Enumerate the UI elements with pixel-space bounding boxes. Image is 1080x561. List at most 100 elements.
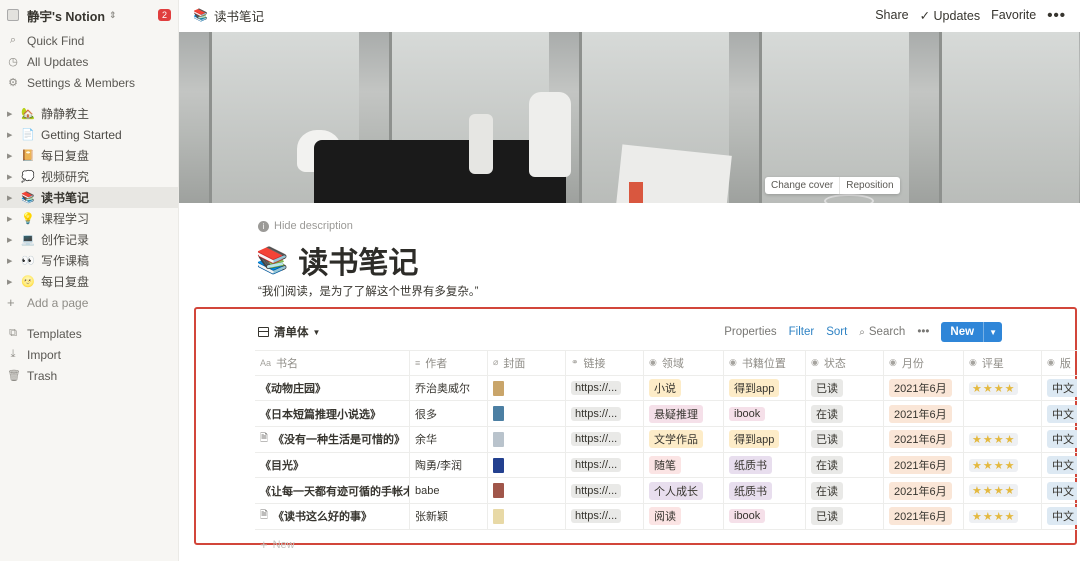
new-row-button[interactable]: + New (260, 537, 295, 552)
column-header[interactable]: ◉ 状态 (806, 351, 884, 375)
version-cell[interactable]: 中文 (1042, 504, 1077, 529)
domain-cell[interactable]: 随笔 (644, 452, 724, 478)
version-cell[interactable]: 中文 (1042, 401, 1077, 426)
cover-cell[interactable] (488, 504, 566, 529)
location-cell[interactable]: 得到app (724, 375, 806, 401)
title-cell[interactable]: 🗎 《没有一种生活是可惜的》 (255, 427, 410, 452)
add-page-button[interactable]: + Add a page (0, 292, 178, 313)
rating-cell[interactable] (964, 401, 1042, 427)
status-cell[interactable]: 已读 (806, 504, 884, 529)
month-cell[interactable]: 2021年6月 (884, 504, 964, 529)
toggle-arrow-icon[interactable]: ▶ (7, 152, 16, 160)
link-cell[interactable]: https://... (566, 427, 644, 452)
version-cell[interactable]: 中文 (1042, 427, 1077, 452)
rating-cell[interactable]: ★★★★ (964, 375, 1042, 401)
column-header[interactable]: Aa 书名 (255, 351, 410, 375)
sort-button[interactable]: Sort (826, 326, 847, 338)
author-cell[interactable]: babe (410, 478, 488, 504)
link-url[interactable]: https://... (571, 458, 622, 473)
toggle-arrow-icon[interactable]: ▶ (7, 278, 16, 286)
quick-find[interactable]: ⌕ Quick Find (0, 30, 178, 51)
column-header[interactable]: ≡ 作者 (410, 351, 488, 375)
workspace-switcher[interactable]: 静宇's Notion ⇕ 2 (0, 0, 178, 30)
status-cell[interactable]: 在读 (806, 478, 884, 504)
domain-cell[interactable]: 阅读 (644, 504, 724, 529)
author-cell[interactable]: 很多 (410, 401, 488, 427)
page-title[interactable]: 📚 读书笔记 (256, 238, 418, 282)
sidebar-page-item[interactable]: ▶ 👀 写作课稿 (0, 250, 178, 271)
sidebar-page-item[interactable]: ▶ 📚 读书笔记 (0, 187, 178, 208)
sidebar-page-item[interactable]: ▶ 💻 创作记录 (0, 229, 178, 250)
link-cell[interactable]: https://... (566, 478, 644, 504)
author-cell[interactable]: 乔治奥威尔 (410, 375, 488, 401)
change-cover-button[interactable]: Change cover (765, 177, 839, 194)
version-cell[interactable]: 中文 (1042, 453, 1077, 478)
breadcrumb[interactable]: 读书笔记 (214, 6, 264, 25)
new-button[interactable]: New ▼ (941, 322, 1002, 342)
sidebar-page-item[interactable]: ▶ 💡 课程学习 (0, 208, 178, 229)
link-cell[interactable]: https://... (566, 375, 644, 401)
status-cell[interactable]: 已读 (806, 427, 884, 452)
toggle-arrow-icon[interactable]: ▶ (7, 110, 16, 118)
link-cell[interactable]: https://... (566, 401, 644, 427)
link-url[interactable]: https://... (571, 381, 622, 396)
link-url[interactable]: https://... (571, 432, 622, 447)
hide-description-button[interactable]: i Hide description (258, 220, 353, 232)
location-cell[interactable]: ibook (724, 401, 806, 427)
location-cell[interactable]: 得到app (724, 427, 806, 452)
month-cell[interactable]: 2021年6月 (884, 452, 964, 478)
month-cell[interactable]: 2021年6月 (884, 427, 964, 452)
location-cell[interactable]: 纸质书 (724, 478, 806, 504)
view-switcher[interactable]: 清单体 ▼ (258, 324, 320, 340)
table-row[interactable]: 《日本短篇推理小说选》 很多 https://... 悬疑推理 ibook 在读 2021年… (255, 401, 1077, 428)
title-cell[interactable]: 🗎 《读书这么好的事》 (255, 504, 410, 529)
toggle-arrow-icon[interactable]: ▶ (7, 236, 16, 244)
settings-members[interactable]: ⚙ Settings & Members (0, 72, 178, 93)
filter-button[interactable]: Filter (789, 326, 815, 338)
cover-cell[interactable] (488, 427, 566, 452)
sidebar-page-item[interactable]: ▶ 📄 Getting Started (0, 124, 178, 145)
table-row[interactable]: 《让每一天都有迹可循的手帐术》 babe https://... 个人成长 纸质书 在读 2… (255, 478, 1077, 505)
link-cell[interactable]: https://... (566, 452, 644, 478)
cover-cell[interactable] (488, 401, 566, 427)
column-header[interactable]: ◉ 月份 (884, 351, 964, 375)
domain-cell[interactable]: 个人成长 (644, 478, 724, 504)
location-cell[interactable]: 纸质书 (724, 452, 806, 478)
status-cell[interactable]: 在读 (806, 401, 884, 427)
table-row[interactable]: 🗎 《没有一种生活是可惜的》 余华 https://... 文学作品 得到app 已读 202… (255, 427, 1077, 453)
updates-button[interactable]: ✓ Updates (920, 8, 981, 23)
link-url[interactable]: https://... (571, 483, 622, 498)
version-cell[interactable]: 中文 (1042, 478, 1077, 503)
author-cell[interactable]: 张新颖 (410, 504, 488, 529)
rating-cell[interactable]: ★★★★ (964, 504, 1042, 529)
column-header[interactable]: ◉ 领域 (644, 351, 724, 375)
month-cell[interactable]: 2021年6月 (884, 478, 964, 504)
table-row[interactable]: 《动物庄园》 乔治奥威尔 https://... 小说 得到app 已读 2021年6月 ★★… (255, 375, 1077, 402)
toggle-arrow-icon[interactable]: ▶ (7, 215, 16, 223)
toggle-arrow-icon[interactable]: ▶ (7, 257, 16, 265)
column-header[interactable]: ◉ 评星 (964, 351, 1042, 375)
cover-cell[interactable] (488, 375, 566, 401)
toggle-arrow-icon[interactable]: ▶ (7, 173, 16, 181)
reposition-button[interactable]: Reposition (839, 177, 899, 194)
month-cell[interactable]: 2021年6月 (884, 401, 964, 427)
rating-cell[interactable]: ★★★★ (964, 478, 1042, 504)
templates[interactable]: ⧉ Templates (0, 323, 178, 344)
status-cell[interactable]: 已读 (806, 375, 884, 401)
column-header[interactable]: ◉ 书籍位置 (724, 351, 806, 375)
title-cell[interactable]: 《日本短篇推理小说选》 (255, 401, 410, 427)
all-updates[interactable]: ◷ All Updates (0, 51, 178, 72)
sidebar-page-item[interactable]: ▶ 💭 视频研究 (0, 166, 178, 187)
link-url[interactable]: https://... (571, 509, 622, 524)
link-url[interactable]: https://... (571, 406, 622, 421)
title-cell[interactable]: 《动物庄园》 (255, 375, 410, 401)
trash[interactable]: 🗑 Trash (0, 365, 178, 386)
share-button[interactable]: Share (875, 8, 908, 22)
sidebar-page-item[interactable]: ▶ 📔 每日复盘 (0, 145, 178, 166)
more-icon[interactable]: ••• (917, 326, 929, 338)
properties-button[interactable]: Properties (724, 326, 776, 338)
author-cell[interactable]: 陶勇/李润 (410, 452, 488, 478)
sidebar-page-item[interactable]: ▶ 🏡 静静教主 (0, 103, 178, 124)
toggle-arrow-icon[interactable]: ▶ (7, 194, 16, 202)
cover-cell[interactable] (488, 452, 566, 478)
